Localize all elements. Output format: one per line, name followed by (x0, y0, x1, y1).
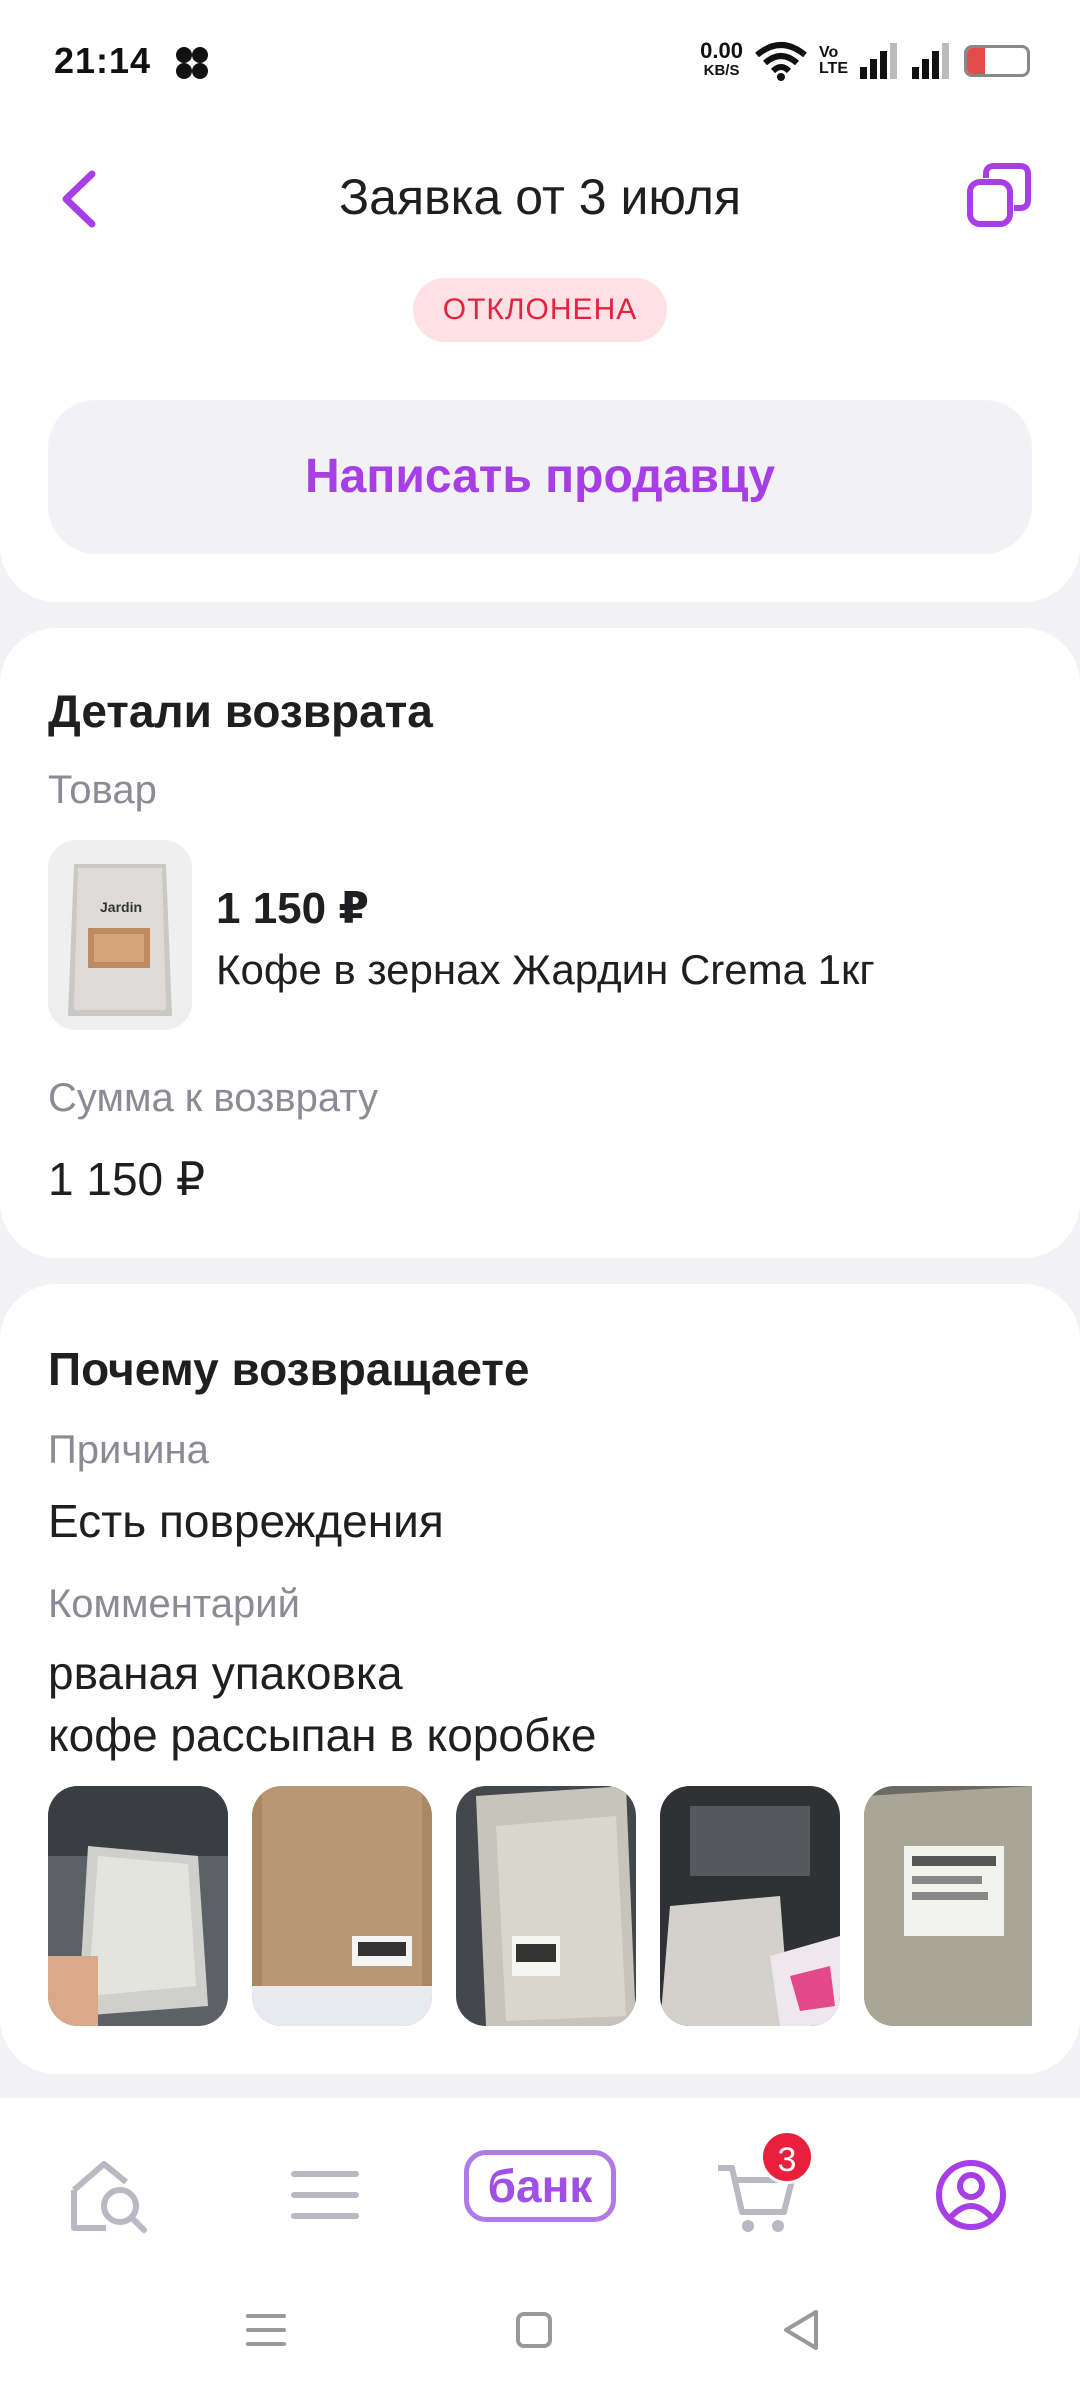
photo-thumbnail[interactable] (660, 1786, 840, 2026)
comment-label: Комментарий (48, 1582, 300, 1626)
status-time: 21:14 (54, 40, 152, 81)
signal-icon-2 (912, 43, 949, 79)
section-title: Почему возвращаете (48, 1343, 530, 1395)
status-bar: 21:14 0.00 KB/S Vo LTE 17 (0, 0, 1080, 120)
photo-thumbnail[interactable] (456, 1786, 636, 2026)
copy-icon[interactable] (964, 160, 1034, 230)
profile-icon[interactable] (926, 2150, 1016, 2240)
home-icon[interactable] (504, 2300, 564, 2360)
photo-thumbnail[interactable] (252, 1786, 432, 2026)
return-reason-card: Почему возвращаете Причина Есть поврежде… (0, 1284, 1080, 2074)
svg-text:Jardin: Jardin (100, 899, 142, 915)
cart-count-badge: 3 (760, 2130, 814, 2184)
return-details-card: Детали возврата Товар Jardin 1 150 ₽ Коф… (0, 628, 1080, 1258)
comment-line: кофе рассыпан в коробке (48, 1709, 597, 1761)
photo-thumbnail[interactable] (48, 1786, 228, 2026)
page-title: Заявка от 3 июля (338, 169, 742, 225)
battery-icon: 17 (964, 45, 1030, 77)
network-speed: 0.00 KB/S (700, 38, 743, 80)
status-icons: 0.00 KB/S Vo LTE 17 (700, 36, 1030, 86)
product-name[interactable]: Кофе в зернах Жардин Crema 1кг (216, 946, 875, 994)
header-card: Заявка от 3 июля ОТКЛОНЕНА Написать прод… (0, 120, 1080, 602)
wifi-icon (755, 42, 807, 81)
signal-icon (860, 43, 897, 79)
product-price: 1 150 ₽ (216, 884, 369, 933)
refund-label: Сумма к возврату (48, 1076, 378, 1120)
volte-icon: Vo LTE (818, 44, 848, 77)
app-notification-icon (176, 47, 208, 79)
comment-line: рваная упаковка (48, 1647, 403, 1699)
bank-button[interactable]: банк (464, 2150, 616, 2222)
recents-icon[interactable] (236, 2300, 296, 2360)
catalog-menu-icon[interactable] (280, 2150, 370, 2240)
status-badge: ОТКЛОНЕНА (413, 278, 667, 342)
write-seller-button[interactable]: Написать продавцу (48, 400, 1032, 554)
refund-amount: 1 150 ₽ (48, 1153, 206, 1205)
product-label: Товар (48, 768, 157, 812)
reason-label: Причина (48, 1428, 209, 1472)
photos-strip (48, 1786, 1032, 2026)
photo-thumbnail[interactable] (864, 1786, 1032, 2026)
reason-value: Есть повреждения (48, 1495, 444, 1547)
product-image[interactable]: Jardin (48, 840, 192, 1030)
back-icon[interactable] (772, 2300, 832, 2360)
section-title: Детали возврата (48, 685, 433, 737)
home-search-icon[interactable] (64, 2150, 154, 2240)
